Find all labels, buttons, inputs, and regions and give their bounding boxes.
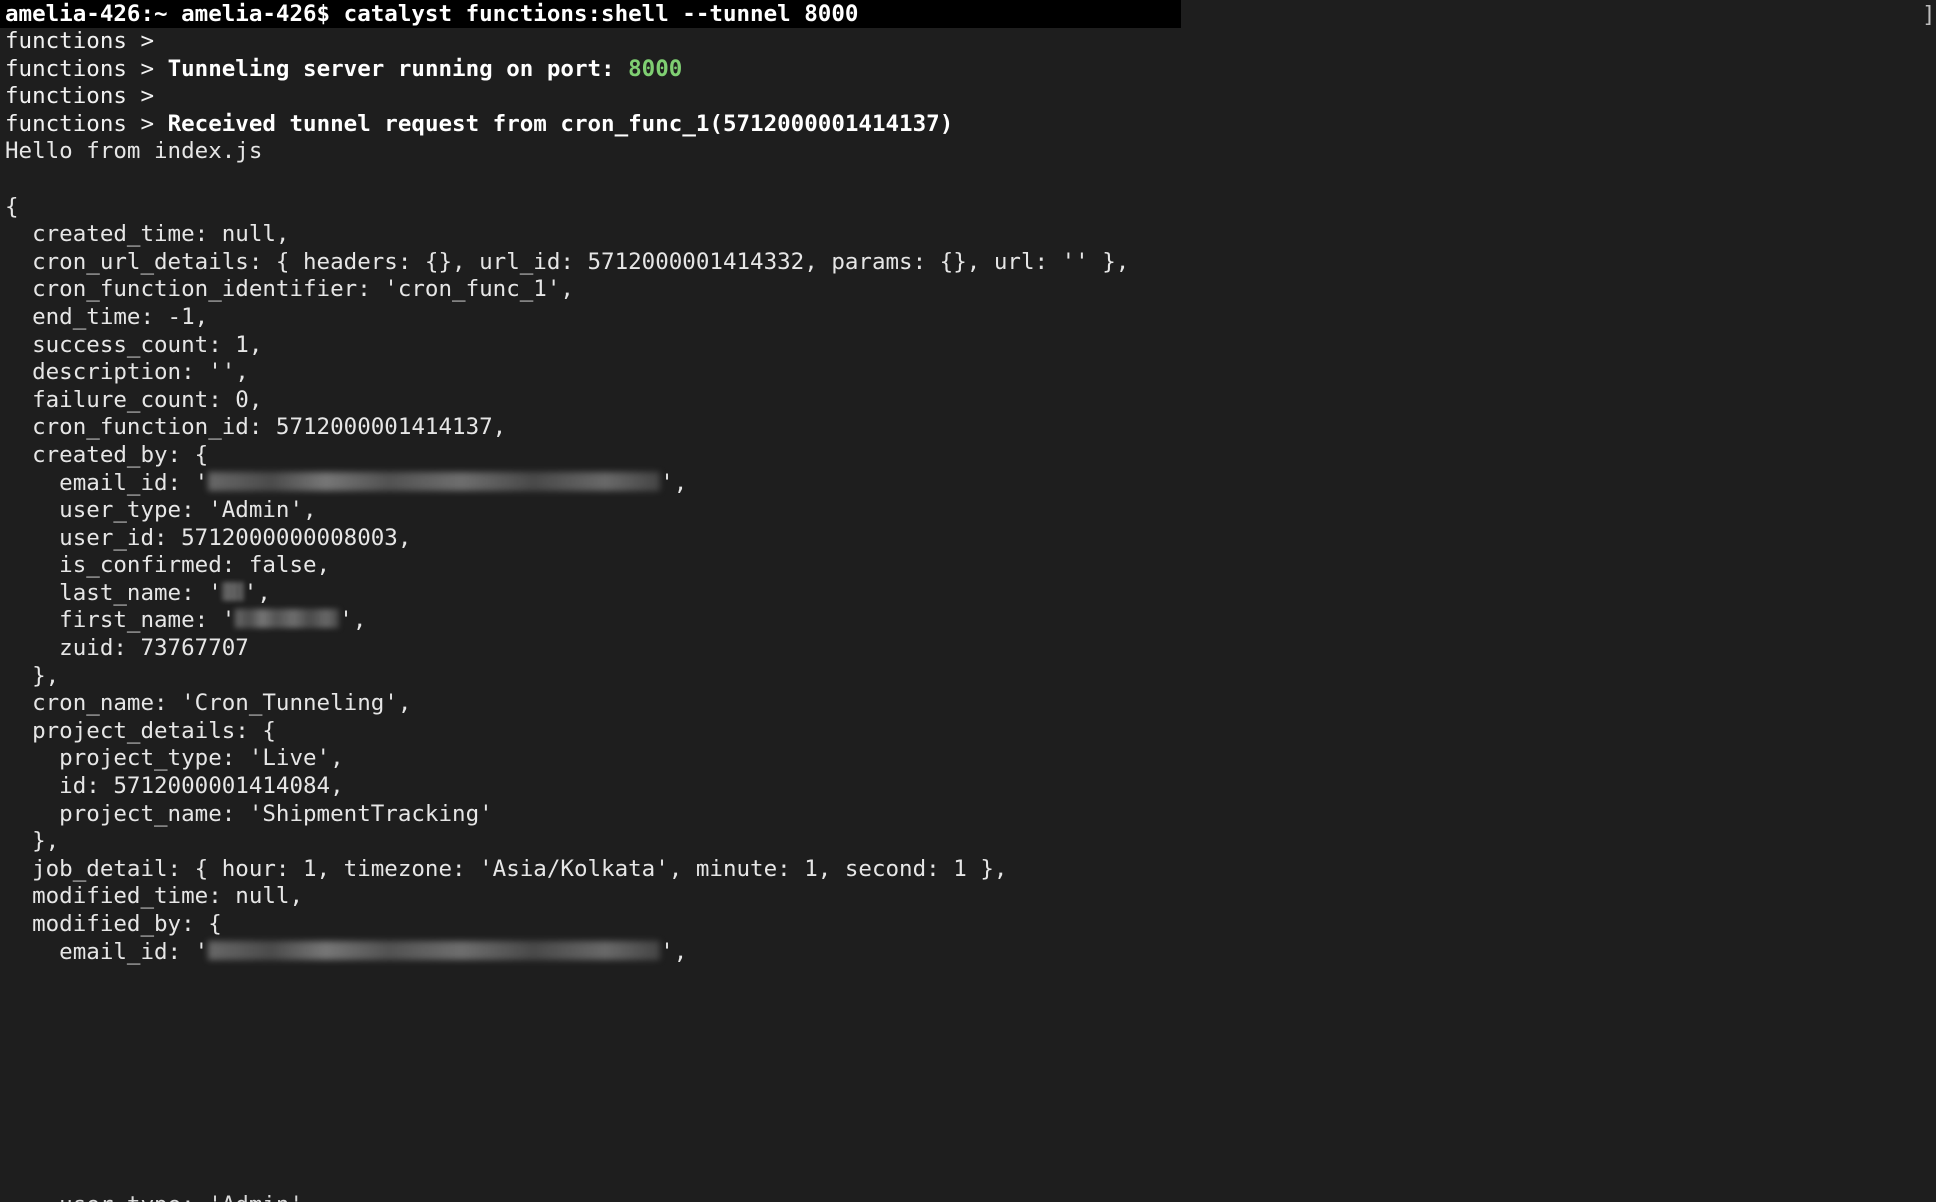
right-edge-bracket-glyph: ] bbox=[1922, 2, 1936, 28]
json-row-modified-by-user-type-clipped: user_type: 'Admin', bbox=[0, 1192, 1936, 1202]
json-row-created-by-first-name: first_name: ' ', bbox=[5, 607, 1936, 635]
json-row-cron-function-id: cron_function_id: 5712000001414137, bbox=[5, 414, 507, 441]
terminal-window[interactable]: amelia-426:~ amelia-426$ catalyst functi… bbox=[0, 0, 1936, 1202]
tunnel-port-value: 8000 bbox=[628, 55, 683, 82]
json-row-cron-name: cron_name: 'Cron_Tunneling', bbox=[5, 690, 412, 717]
json-row-created-by-open: created_by: { bbox=[5, 441, 209, 468]
log-line-empty-1: functions > bbox=[5, 28, 1936, 56]
terminal-output-stream: functions > functions > Tunneling server… bbox=[0, 28, 1936, 966]
json-first-name-suffix: ', bbox=[339, 607, 367, 634]
json-key-first-name: first_name: ' bbox=[5, 607, 236, 634]
redacted-email-id-value bbox=[208, 940, 661, 960]
json-last-name-suffix: ', bbox=[243, 579, 271, 606]
json-row-modified-by-email: email_id: ' ', bbox=[5, 939, 1936, 967]
json-row-created-by-zuid: zuid: 73767707 bbox=[5, 635, 249, 662]
log-prefix: functions > bbox=[5, 55, 168, 82]
redacted-last-name-value bbox=[221, 581, 244, 601]
json-email-id-suffix: ', bbox=[660, 938, 688, 965]
json-row-created-time: created_time: null, bbox=[5, 221, 290, 248]
json-key-last-name: last_name: ' bbox=[5, 579, 222, 606]
json-open-brace: { bbox=[5, 193, 19, 220]
log-prefix: functions > bbox=[5, 83, 168, 110]
json-row-created-by-is-confirmed: is_confirmed: false, bbox=[5, 552, 331, 579]
json-row-failure-count: failure_count: 0, bbox=[5, 386, 263, 413]
redacted-first-name-value bbox=[235, 609, 340, 629]
log-line-tunnel-request: functions > Received tunnel request from… bbox=[5, 111, 1936, 139]
log-message: Received tunnel request from cron_func_1… bbox=[167, 110, 954, 137]
json-row-project-details-open: project_details: { bbox=[5, 717, 276, 744]
json-row-modified-by-open: modified_by: { bbox=[5, 911, 222, 937]
redacted-email-id-value bbox=[208, 471, 661, 491]
json-row-description: description: '', bbox=[5, 359, 249, 386]
log-prefix: functions > bbox=[5, 110, 168, 137]
json-row-cron-url-details: cron_url_details: { headers: {}, url_id:… bbox=[5, 248, 1130, 275]
log-message: Tunneling server running on port: bbox=[167, 55, 629, 82]
json-row-created-by-close: }, bbox=[5, 662, 60, 689]
json-key-email-id: email_id: ' bbox=[5, 938, 209, 965]
json-row-created-by-email: email_id: ' ', bbox=[5, 470, 1936, 498]
log-prefix: functions > bbox=[5, 28, 168, 54]
json-row-job-detail: job_detail: { hour: 1, timezone: 'Asia/K… bbox=[5, 855, 1008, 882]
json-row-project-details-close: }, bbox=[5, 828, 60, 855]
log-line-empty-2: functions > bbox=[5, 83, 1936, 111]
json-row-cron-function-identifier: cron_function_identifier: 'cron_func_1', bbox=[5, 276, 574, 303]
json-row-modified-time: modified_time: null, bbox=[5, 883, 304, 910]
json-key-email-id: email_id: ' bbox=[5, 469, 209, 496]
stdout-hello-line: Hello from index.js bbox=[5, 138, 263, 165]
json-row-created-by-user-type: user_type: 'Admin', bbox=[5, 497, 317, 524]
json-email-id-suffix: ', bbox=[660, 469, 688, 496]
json-row-project-name: project_name: 'ShipmentTracking' bbox=[5, 800, 493, 827]
blank-separator bbox=[5, 166, 1936, 194]
shell-command-line[interactable]: amelia-426:~ amelia-426$ catalyst functi… bbox=[0, 0, 1181, 28]
json-row-end-time: end_time: -1, bbox=[5, 303, 209, 330]
json-row-success-count: success_count: 1, bbox=[5, 331, 263, 358]
json-row-created-by-last-name: last_name: ' ', bbox=[5, 580, 1936, 608]
json-row-project-type: project_type: 'Live', bbox=[5, 745, 344, 772]
json-row-created-by-user-id: user_id: 5712000000008003, bbox=[5, 524, 412, 551]
json-row-project-id: id: 5712000001414084, bbox=[5, 773, 344, 800]
log-line-tunneling-server: functions > Tunneling server running on … bbox=[5, 56, 1936, 84]
